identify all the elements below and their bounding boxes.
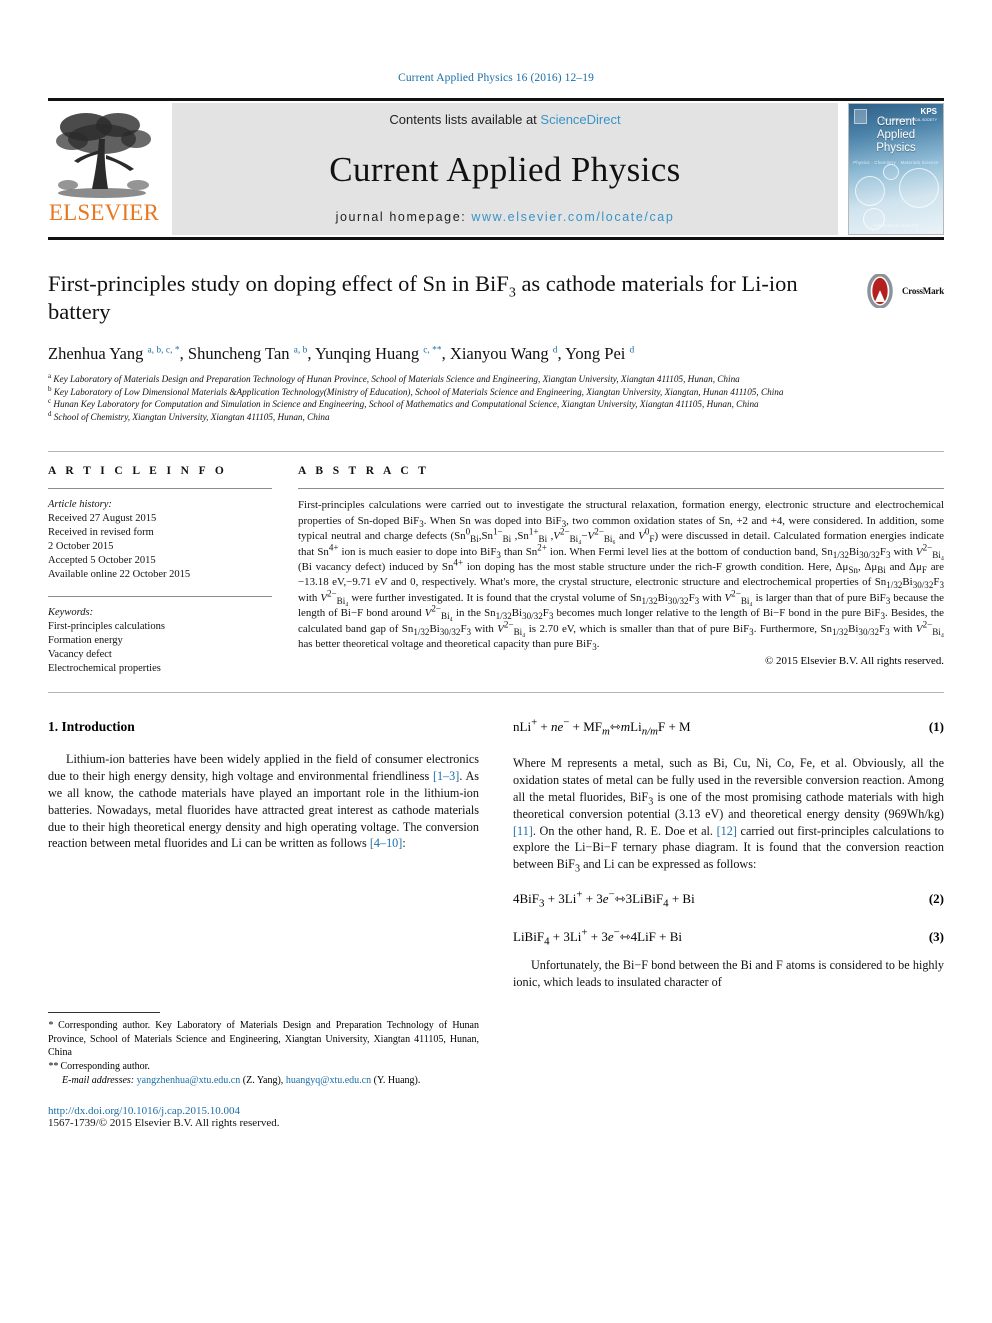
crossmark-label: CrossMark	[901, 286, 944, 296]
abstract-copyright: © 2015 Elsevier B.V. All rights reserved…	[765, 655, 944, 668]
keyword-item: Formation energy	[48, 635, 123, 647]
article-info-heading: A R T I C L E I N F O	[48, 465, 228, 478]
title-block: CrossMark First-principles study on dopi…	[48, 270, 944, 423]
abstract-text: First-principles calculations were carri…	[298, 499, 945, 653]
title-part-1: First-principles study on doping effect …	[48, 271, 509, 296]
journal-masthead: ELSEVIER Contents lists available at Sci…	[48, 98, 944, 240]
footnote-rule	[48, 1012, 160, 1014]
article-body: 1. Introduction Lithium-ion batteries ha…	[48, 717, 944, 1129]
cover-footer: PUBLISHED BY ELSEVIER	[873, 224, 919, 228]
intro-paragraph-3: Unfortunately, the Bi−F bond between the…	[513, 957, 944, 989]
info-abstract-section: A R T I C L E I N F O Article history: R…	[48, 451, 944, 694]
equation-2-expression: 4BiF3 + 3Li+ + 3e−⇿3LiBiF4 + Bi	[513, 888, 695, 910]
abstract-heading: A B S T R A C T	[298, 465, 430, 478]
equation-1-number: (1)	[928, 719, 944, 735]
history-available-online: Available online 22 October 2015	[48, 569, 191, 581]
section-heading-introduction: 1. Introduction	[48, 719, 135, 735]
masthead-top-rule	[48, 98, 944, 101]
history-revised-date: 2 October 2015	[48, 541, 114, 553]
homepage-prefix: journal homepage:	[335, 210, 472, 224]
info-bottom-rule	[48, 692, 944, 694]
journal-title: Current Applied Physics	[329, 150, 681, 189]
article-history-label: Article history:	[48, 499, 112, 511]
cover-subtitle: Physics · Chemistry · Materials Science	[853, 160, 939, 165]
affiliation-list: a Key Laboratory of Materials Design and…	[48, 371, 944, 423]
history-received: Received 27 August 2015	[48, 513, 157, 525]
footnote-corresponding-author-2: ** Corresponding author.	[48, 1060, 150, 1072]
equation-3-expression: LiBiF4 + 3Li+ + 3e−⇿4LiF + Bi	[513, 926, 683, 948]
cover-bubble	[883, 164, 899, 180]
intro-paragraph-1: Lithium-ion batteries have been widely a…	[48, 752, 479, 851]
footnote-block: * Corresponding author. Key Laboratory o…	[48, 1012, 479, 1129]
affiliation-d: d School of Chemistry, Xiangtan Universi…	[48, 409, 330, 422]
crossmark-badge[interactable]: CrossMark	[863, 274, 944, 308]
cover-bubble	[899, 168, 939, 208]
sciencedirect-link[interactable]: ScienceDirect	[540, 112, 620, 127]
cover-title: Current Applied Physics	[876, 116, 916, 154]
equation-3-number: (3)	[928, 928, 944, 944]
article-info-rule	[48, 488, 272, 490]
keywords-rule	[48, 596, 272, 598]
elsevier-logo: ELSEVIER	[48, 103, 160, 235]
footnote-corresponding-author-1: * Corresponding author. Key Laboratory o…	[48, 1020, 479, 1058]
contents-prefix: Contents lists available at	[389, 112, 541, 127]
journal-homepage-link[interactable]: www.elsevier.com/locate/cap	[471, 210, 674, 224]
equation-3: LiBiF4 + 3Li+ + 3e−⇿4LiF + Bi (3)	[513, 926, 944, 948]
intro-paragraph-2: Where M represents a metal, such as Bi, …	[513, 756, 944, 875]
keyword-item: Vacancy defect	[48, 649, 112, 661]
body-right-column: nLi+ + ne− + MFm⇿mLin/mF + M (1) Where M…	[513, 717, 944, 1129]
journal-cover-thumbnail: KPS THE KOREAN PHYSICAL SOCIETY Current …	[848, 103, 944, 235]
affiliation-b: b Key Laboratory of Low Dimensional Mate…	[48, 384, 784, 397]
history-revised-form: Received in revised form	[48, 527, 154, 539]
equation-1-expression: nLi+ + ne− + MFm⇿mLin/mF + M	[513, 717, 691, 738]
crossmark-icon	[867, 274, 893, 308]
affiliation-a: a Key Laboratory of Materials Design and…	[48, 371, 740, 384]
doi-link[interactable]: http://dx.doi.org/10.1016/j.cap.2015.10.…	[48, 1105, 479, 1117]
history-accepted: Accepted 5 October 2015	[48, 555, 156, 567]
article-info-column: A R T I C L E I N F O Article history: R…	[48, 465, 298, 676]
journal-homepage-line: journal homepage: www.elsevier.com/locat…	[336, 210, 675, 224]
article-page: Current Applied Physics 16 (2016) 12–19	[0, 0, 992, 1323]
footnote-email-addresses: E-mail addresses: yangzhenhua@xtu.edu.cn…	[62, 1075, 421, 1087]
keyword-item: Electrochemical properties	[48, 663, 161, 675]
masthead-center-panel: Contents lists available at ScienceDirec…	[172, 103, 838, 235]
title-subscript: 3	[508, 285, 516, 301]
issn-copyright: 1567-1739/© 2015 Elsevier B.V. All right…	[48, 1117, 280, 1130]
equation-2: 4BiF3 + 3Li+ + 3e−⇿3LiBiF4 + Bi (2)	[513, 888, 944, 910]
body-left-column: 1. Introduction Lithium-ion batteries ha…	[48, 719, 479, 1129]
keywords-label: Keywords:	[48, 607, 94, 619]
running-head: Current Applied Physics 16 (2016) 12–19	[398, 72, 594, 84]
abstract-rule	[298, 488, 944, 490]
abstract-column: A B S T R A C T First-principles calcula…	[298, 465, 944, 676]
elsevier-tree-icon	[56, 113, 151, 198]
equation-1: nLi+ + ne− + MFm⇿mLin/mF + M (1)	[513, 717, 944, 738]
masthead-bottom-rule	[48, 237, 944, 240]
contents-available-line: Contents lists available at ScienceDirec…	[389, 112, 620, 127]
cover-bubble	[855, 176, 885, 206]
elsevier-wordmark: ELSEVIER	[48, 200, 160, 225]
keyword-item: First-principles calculations	[48, 621, 165, 633]
page-title: First-principles study on doping effect …	[48, 270, 808, 326]
equation-2-number: (2)	[928, 890, 944, 906]
affiliation-c: c Hunan Key Laboratory for Computation a…	[48, 397, 759, 410]
author-list: Zhenhua Yang a, b, c, *, Shuncheng Tan a…	[48, 344, 635, 363]
